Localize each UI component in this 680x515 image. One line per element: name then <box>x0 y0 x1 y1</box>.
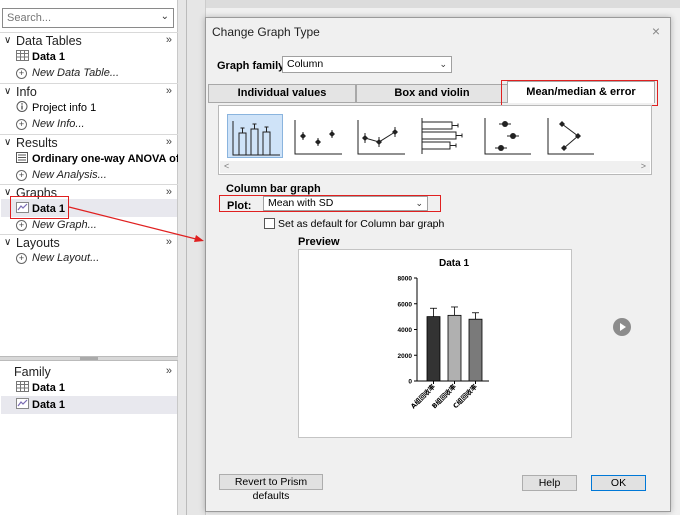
column-bar-graph-icon <box>232 121 280 156</box>
line-mean-graph-icon <box>357 120 405 155</box>
dialog-title: Change Graph Type <box>212 25 320 39</box>
y-tick-label: 0 <box>408 379 412 386</box>
chevron-down-icon: ⌄ <box>439 59 447 69</box>
gallery-scrollbar[interactable]: < > <box>220 161 650 173</box>
y-tick-label: 6000 <box>398 301 413 308</box>
thumb-horizontal-line[interactable] <box>542 114 598 158</box>
bar <box>447 314 462 382</box>
set-default-label: Set as default for Column bar graph <box>278 218 445 230</box>
thumb-scatter-mean[interactable] <box>290 114 346 158</box>
set-default-checkbox[interactable] <box>264 218 275 229</box>
help-button[interactable]: Help <box>522 475 577 491</box>
thumb-line-mean[interactable] <box>353 114 409 158</box>
horizontal-scatter-graph-icon <box>484 118 531 155</box>
preview-chart: Data 102000400060008000A组回收率B组回收率C组回收率 <box>398 258 489 410</box>
graph-subtype-title: Column bar graph <box>226 183 321 195</box>
close-icon[interactable]: × <box>652 23 660 39</box>
chevron-left-icon[interactable]: < <box>224 161 229 171</box>
highlight-box <box>219 195 441 212</box>
graph-family-select[interactable]: Column ⌄ <box>282 56 452 73</box>
change-graph-type-dialog: Change Graph Type × Graph family: Column… <box>205 17 671 512</box>
y-tick-label: 4000 <box>398 327 413 334</box>
graph-family-label: Graph family: <box>217 60 288 72</box>
thumb-horizontal-bar[interactable] <box>416 114 472 158</box>
y-tick-label: 8000 <box>398 276 413 283</box>
revert-defaults-button[interactable]: Revert to Prism defaults <box>219 474 323 502</box>
y-tick-label: 2000 <box>398 353 413 360</box>
chart-title: Data 1 <box>439 258 469 269</box>
scatter-mean-graph-icon <box>294 120 342 155</box>
thumb-column-bar[interactable] <box>227 114 283 158</box>
thumb-horizontal-scatter[interactable] <box>479 114 535 158</box>
horizontal-bar-graph-icon <box>421 118 463 154</box>
play-icon[interactable] <box>613 318 631 336</box>
tab-individual-values[interactable]: Individual values <box>208 84 356 103</box>
bar <box>468 318 483 382</box>
set-default-checkbox-row[interactable]: Set as default for Column bar graph <box>264 218 444 230</box>
chevron-right-icon[interactable]: > <box>641 161 646 171</box>
ok-button[interactable]: OK <box>591 475 646 491</box>
tab-box-and-violin[interactable]: Box and violin <box>356 84 508 103</box>
preview-label: Preview <box>298 236 340 248</box>
preview-panel: Data 1 0 2000 4000 6000 8000 A组回收率 B组回收率 C组回收率 <box>298 249 572 438</box>
bar <box>426 316 441 382</box>
highlight-box <box>501 80 658 106</box>
graph-family-value: Column <box>287 58 324 70</box>
horizontal-line-graph-icon <box>547 118 594 155</box>
graph-type-gallery: < > <box>218 105 652 175</box>
